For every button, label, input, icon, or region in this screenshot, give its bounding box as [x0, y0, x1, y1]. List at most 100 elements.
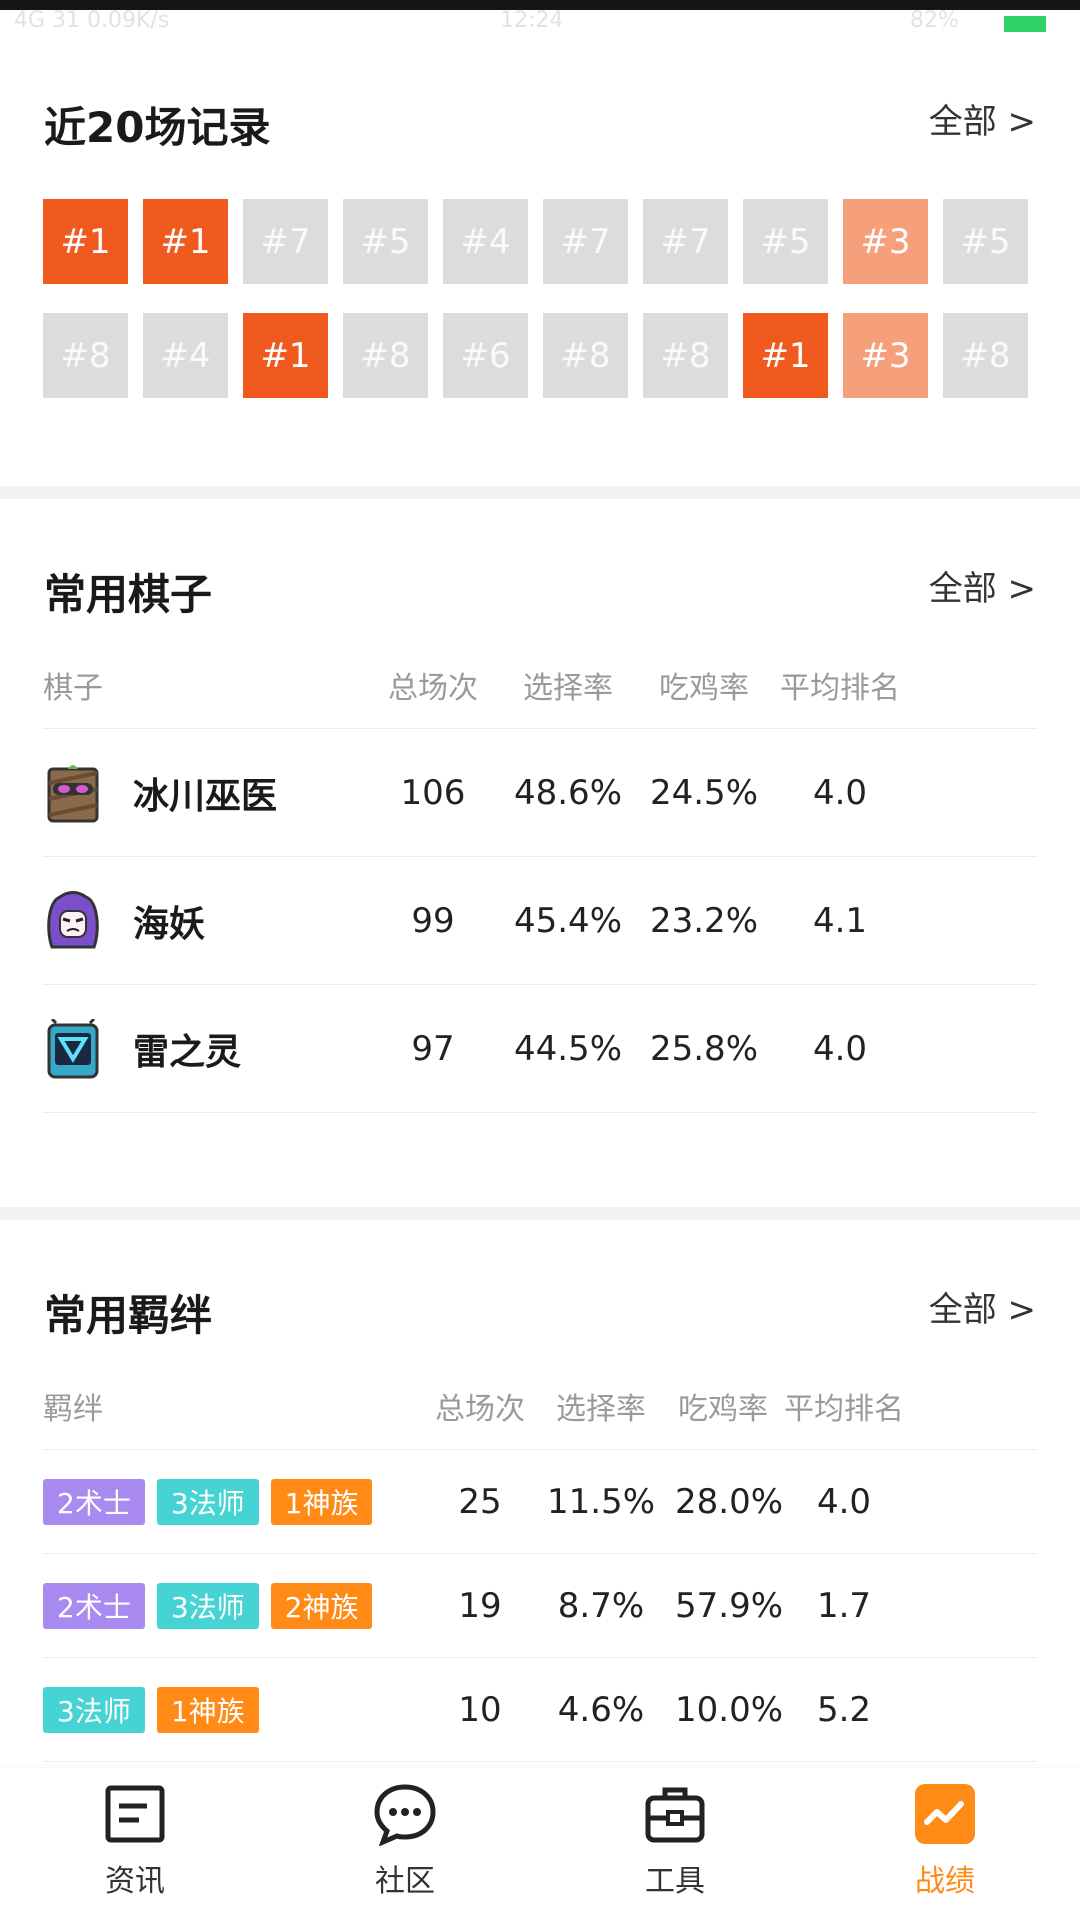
piece-win: 24.5%: [649, 772, 758, 813]
tab-tools-label: 工具: [645, 1864, 705, 1899]
rank-badge[interactable]: #7: [543, 199, 628, 284]
synergy-tag: 3法师: [156, 1478, 259, 1525]
common-synergies-table: 羁绊 总场次 选择率 吃鸡率 平均排名 2术士 3法师 1神族 25 11.5% 28.0% 4.0 2…: [43, 1362, 1037, 1762]
tab-community[interactable]: 社区: [270, 1768, 540, 1920]
rank-badge[interactable]: #8: [543, 313, 628, 398]
toolbox-icon: [645, 1787, 705, 1843]
recent-games-row: #1 #1 #7 #5 #4 #7 #7 #5 #3 #5: [43, 199, 1043, 284]
battery-percent: 82%: [910, 8, 959, 33]
piece-pick: 44.5%: [513, 1028, 622, 1069]
synergy-win: 28.0%: [675, 1481, 784, 1522]
synergy-tags: 2术士 3法师 2神族: [43, 1582, 433, 1629]
column-header: 平均排名: [784, 1391, 904, 1427]
synergy-row[interactable]: 2术士 3法师 1神族 25 11.5% 28.0% 4.0: [43, 1450, 1037, 1554]
common-synergies-all-link[interactable]: 全部 >: [929, 1282, 1036, 1331]
column-header: 选择率: [523, 670, 613, 706]
tab-tools[interactable]: 工具: [540, 1768, 810, 1920]
synergy-pick: 4.6%: [557, 1689, 645, 1730]
rank-badge[interactable]: #6: [443, 313, 528, 398]
piece-row[interactable]: 海妖 99 45.4% 23.2% 4.1: [43, 857, 1037, 985]
rank-badge[interactable]: #5: [943, 199, 1028, 284]
column-header: 总场次: [435, 1391, 525, 1427]
section-divider: [0, 486, 1080, 499]
synergy-tag: 3法师: [43, 1686, 145, 1733]
recent-games-all-link[interactable]: 全部 >: [929, 94, 1036, 143]
synergy-games: 19: [458, 1585, 502, 1626]
piece-games: 106: [400, 772, 466, 813]
section-divider: [0, 1207, 1080, 1220]
recent-games-title: 近20场记录: [44, 103, 271, 152]
rank-badge[interactable]: #5: [743, 199, 828, 284]
synergy-win: 10.0%: [675, 1689, 784, 1730]
rank-badge[interactable]: #3: [843, 313, 928, 398]
synergy-avg: 5.2: [816, 1689, 872, 1730]
synergies-table-header: 羁绊 总场次 选择率 吃鸡率 平均排名: [43, 1362, 1037, 1450]
synergy-avg: 1.7: [816, 1585, 872, 1626]
common-pieces-table: 棋子 总场次 选择率 吃鸡率 平均排名 冰川巫医 106 48.6% 24.5% 4.0 海妖 99 4…: [43, 641, 1037, 1113]
column-header: 羁绊: [43, 1391, 103, 1427]
synergy-tag: 2术士: [43, 1582, 145, 1629]
synergy-avg: 4.0: [816, 1481, 872, 1522]
rank-badge[interactable]: #3: [843, 199, 928, 284]
synergy-tag: 1神族: [270, 1478, 373, 1525]
tab-news[interactable]: 资讯: [0, 1768, 270, 1920]
piece-avg: 4.0: [812, 772, 868, 813]
synergy-row[interactable]: 3法师 1神族 10 4.6% 10.0% 5.2: [43, 1658, 1037, 1762]
rank-badge[interactable]: #4: [443, 199, 528, 284]
common-pieces-title: 常用棋子: [44, 570, 213, 619]
status-bar: 4G 31 0.09K/s 12:24 82%: [0, 0, 1080, 36]
synergy-tags: 2术士 3法师 1神族: [43, 1478, 433, 1525]
synergy-games: 10: [458, 1689, 502, 1730]
clock: 12:24: [500, 8, 564, 33]
tab-stats[interactable]: 战绩: [810, 1768, 1080, 1920]
synergy-tag: 3法师: [156, 1582, 259, 1629]
tab-community-label: 社区: [375, 1864, 435, 1899]
rank-badge[interactable]: #5: [343, 199, 428, 284]
common-pieces-all-link[interactable]: 全部 >: [929, 561, 1036, 610]
synergy-row[interactable]: 2术士 3法师 2神族 19 8.7% 57.9% 1.7: [43, 1554, 1037, 1658]
synergy-pick: 11.5%: [546, 1481, 655, 1522]
rank-badge[interactable]: #7: [643, 199, 728, 284]
common-synergies-title: 常用羁绊: [44, 1291, 213, 1340]
synergy-pick: 8.7%: [557, 1585, 645, 1626]
rank-badge[interactable]: #8: [43, 313, 128, 398]
rank-badge[interactable]: #8: [643, 313, 728, 398]
synergy-tag: 1神族: [156, 1686, 259, 1733]
rank-badge[interactable]: #1: [243, 313, 328, 398]
synergy-tag: 2术士: [43, 1478, 145, 1525]
piece-avg: 4.1: [812, 900, 868, 941]
synergy-tags: 3法师 1神族: [43, 1686, 433, 1733]
rank-badge[interactable]: #1: [43, 199, 128, 284]
column-header: 吃鸡率: [678, 1391, 768, 1427]
piece-games: 97: [411, 1028, 455, 1069]
column-header: 选择率: [556, 1391, 646, 1427]
piece-name-cell: 海妖: [43, 887, 373, 955]
piece-name: 冰川巫医: [133, 775, 278, 817]
synergy-win: 57.9%: [675, 1585, 784, 1626]
tab-stats-label: 战绩: [915, 1864, 975, 1899]
column-header: 总场次: [388, 670, 478, 706]
rank-badge[interactable]: #8: [343, 313, 428, 398]
trend-chart-icon: [915, 1784, 975, 1844]
piece-avg: 4.0: [812, 1028, 868, 1069]
news-icon: [105, 1785, 165, 1843]
network-status: 4G 31 0.09K/s: [14, 8, 170, 33]
siren-avatar-icon: [43, 887, 103, 955]
rank-badge[interactable]: #4: [143, 313, 228, 398]
rank-badge[interactable]: #8: [943, 313, 1028, 398]
rank-badge[interactable]: #1: [143, 199, 228, 284]
recent-games-grid: #1 #1 #7 #5 #4 #7 #7 #5 #3 #5 #8 #4 #1 #8 #6 #8 #8 #1 #3 #8: [43, 199, 1043, 427]
rank-badge[interactable]: #7: [243, 199, 328, 284]
piece-row[interactable]: 雷之灵 97 44.5% 25.8% 4.0: [43, 985, 1037, 1113]
storm-spirit-avatar-icon: [43, 1015, 103, 1083]
piece-name: 海妖: [133, 903, 206, 945]
piece-row[interactable]: 冰川巫医 106 48.6% 24.5% 4.0: [43, 729, 1037, 857]
piece-win: 25.8%: [649, 1028, 758, 1069]
recent-games-row: #8 #4 #1 #8 #6 #8 #8 #1 #3 #8: [43, 313, 1043, 398]
piece-name-cell: 冰川巫医: [43, 759, 373, 827]
piece-pick: 45.4%: [513, 900, 622, 941]
piece-name-cell: 雷之灵: [43, 1015, 373, 1083]
column-header: 吃鸡率: [659, 670, 749, 706]
rank-badge[interactable]: #1: [743, 313, 828, 398]
pieces-table-header: 棋子 总场次 选择率 吃鸡率 平均排名: [43, 641, 1037, 729]
